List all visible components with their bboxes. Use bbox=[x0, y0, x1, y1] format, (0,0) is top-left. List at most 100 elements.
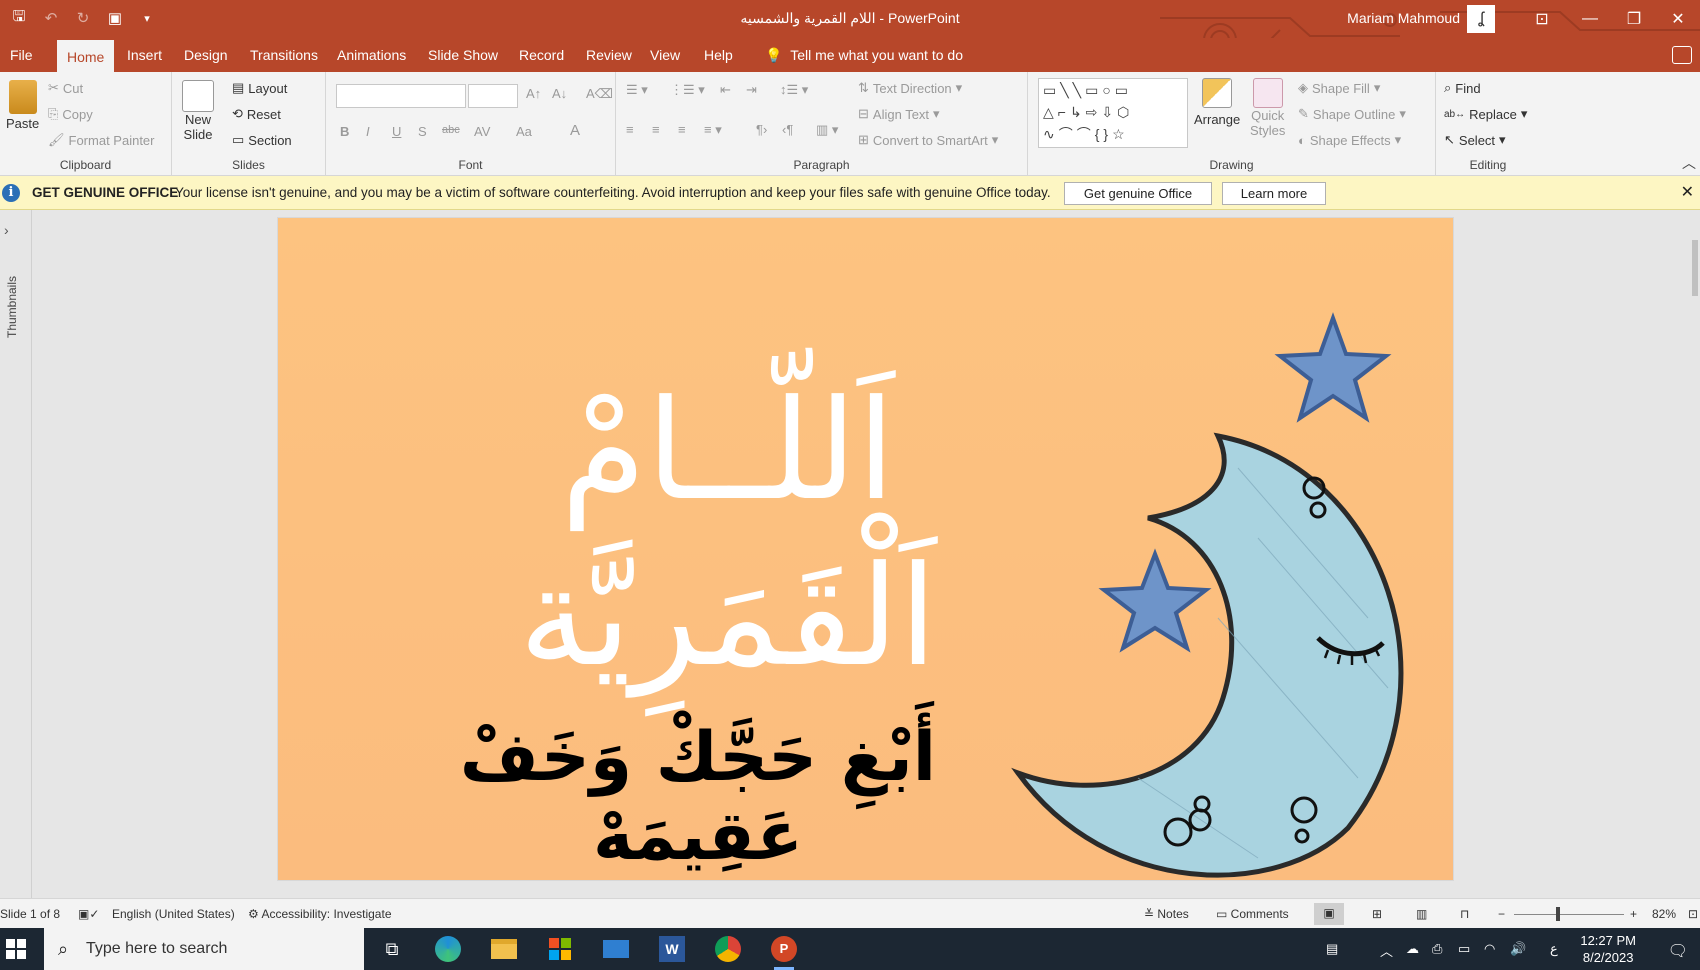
clear-formatting-icon[interactable]: A⌫ bbox=[586, 86, 613, 102]
format-painter-button[interactable]: 🖌 Format Painter bbox=[48, 132, 155, 148]
language-status[interactable]: English (United States) bbox=[112, 907, 235, 921]
close-banner-icon[interactable]: ✕ bbox=[1681, 182, 1694, 202]
underline-button[interactable]: U bbox=[392, 124, 401, 139]
zoom-out-icon[interactable]: − bbox=[1498, 907, 1505, 921]
maximize-icon[interactable]: ❐ bbox=[1616, 4, 1652, 34]
section-button[interactable]: ▭ Section bbox=[232, 132, 292, 148]
align-center-icon[interactable]: ≡ bbox=[652, 122, 660, 137]
copy-button[interactable]: ⎘ Copy bbox=[48, 106, 93, 122]
bullets-icon[interactable]: ☰ ▾ bbox=[626, 82, 648, 98]
line-spacing-icon[interactable]: ↕☰ ▾ bbox=[780, 82, 808, 98]
font-color-button[interactable]: A bbox=[570, 122, 580, 139]
slide-sorter-icon[interactable]: ⊞ bbox=[1372, 907, 1382, 921]
get-genuine-office-button[interactable]: Get genuine Office bbox=[1064, 182, 1212, 205]
rtl-icon[interactable]: ‹¶ bbox=[782, 122, 793, 137]
new-slide-button[interactable]: New Slide bbox=[182, 80, 214, 142]
shape-outline-button[interactable]: ✎ Shape Outline ▾ bbox=[1298, 106, 1406, 122]
shapes-gallery[interactable]: ▭╲╲▭○▭ △⌐↳⇨⇩⬡ ∿⌒⌒{}☆ bbox=[1038, 78, 1188, 148]
mail-icon[interactable] bbox=[600, 934, 632, 964]
italic-button[interactable]: I bbox=[366, 124, 370, 139]
tab-transitions[interactable]: Transitions bbox=[240, 38, 328, 72]
customize-qat-icon[interactable]: ▾ bbox=[136, 7, 158, 29]
zoom-in-icon[interactable]: + bbox=[1630, 907, 1637, 921]
align-text-button[interactable]: ⊟ Align Text ▾ bbox=[858, 106, 940, 122]
fit-slide-icon[interactable]: ⊡ bbox=[1688, 907, 1698, 921]
meet-now-icon[interactable]: ⎙ bbox=[1432, 941, 1442, 957]
justify-icon[interactable]: ≡ ▾ bbox=[704, 122, 722, 138]
tab-help[interactable]: Help bbox=[694, 38, 743, 72]
grow-font-icon[interactable]: A↑ bbox=[526, 86, 541, 101]
input-language[interactable]: ع bbox=[1550, 941, 1558, 957]
collapse-ribbon-icon[interactable]: ︿ bbox=[1682, 153, 1696, 173]
present-from-start-icon[interactable]: ▣ bbox=[104, 7, 126, 29]
layout-button[interactable]: ▤ Layout bbox=[232, 80, 287, 96]
change-case-button[interactable]: Aa bbox=[516, 124, 532, 139]
comments-button[interactable]: ▭ Comments bbox=[1216, 907, 1289, 921]
thumbnails-label[interactable]: Thumbnails bbox=[5, 267, 19, 347]
slideshow-view-icon[interactable]: ⊓ bbox=[1460, 907, 1469, 921]
text-direction-button[interactable]: ⇅ Text Direction ▾ bbox=[858, 80, 962, 96]
tab-animations[interactable]: Animations bbox=[327, 38, 416, 72]
paste-button[interactable]: Paste bbox=[6, 80, 39, 131]
arrange-button[interactable]: Arrange bbox=[1194, 78, 1240, 127]
font-name-select[interactable] bbox=[336, 84, 466, 108]
tab-view[interactable]: View bbox=[640, 38, 690, 72]
file-explorer-icon[interactable] bbox=[488, 934, 520, 964]
windows-start-icon[interactable] bbox=[6, 939, 26, 959]
notifications-icon[interactable]: 🗨 bbox=[1668, 941, 1688, 961]
slide-title[interactable]: اَللّــامْ اَلْقَمَرِيَّة bbox=[368, 368, 1088, 699]
strikethrough-button[interactable]: abc bbox=[442, 124, 460, 136]
store-icon[interactable] bbox=[544, 934, 576, 964]
shadow-button[interactable]: S bbox=[418, 124, 427, 139]
minimize-icon[interactable]: — bbox=[1572, 4, 1608, 34]
font-size-select[interactable] bbox=[468, 84, 518, 108]
decrease-indent-icon[interactable]: ⇤ bbox=[720, 82, 731, 98]
tab-file[interactable]: File bbox=[0, 38, 43, 72]
ribbon-display-options-icon[interactable]: ⊡ bbox=[1524, 4, 1560, 34]
bold-button[interactable]: B bbox=[340, 124, 349, 139]
spelling-icon[interactable]: ▣✓ bbox=[78, 907, 99, 921]
shape-fill-button[interactable]: ◈ Shape Fill ▾ bbox=[1298, 80, 1380, 96]
notes-button[interactable]: ≚ Notes bbox=[1144, 907, 1189, 921]
undo-icon[interactable]: ↶ bbox=[40, 7, 62, 29]
slide-canvas[interactable]: اَللّــامْ اَلْقَمَرِيَّة أَبْغِ حَجَّكْ… bbox=[278, 218, 1453, 880]
onedrive-icon[interactable]: ☁ bbox=[1406, 941, 1419, 957]
tab-review[interactable]: Review bbox=[576, 38, 642, 72]
numbering-icon[interactable]: ⋮☰ ▾ bbox=[670, 82, 705, 98]
zoom-level[interactable]: 82% bbox=[1652, 907, 1676, 921]
close-icon[interactable]: ✕ bbox=[1660, 4, 1696, 34]
avatar[interactable]: ʆ bbox=[1467, 5, 1495, 33]
increase-indent-icon[interactable]: ⇥ bbox=[746, 82, 757, 98]
reset-button[interactable]: ⟲ Reset bbox=[232, 106, 281, 122]
chrome-icon[interactable] bbox=[712, 934, 744, 964]
system-clock[interactable]: 12:27 PM 8/2/2023 bbox=[1580, 932, 1636, 966]
user-name[interactable]: Mariam Mahmoud bbox=[1347, 10, 1460, 26]
volume-icon[interactable]: 🔊 bbox=[1510, 941, 1526, 957]
ltr-icon[interactable]: ¶› bbox=[756, 122, 767, 137]
save-icon[interactable]: 🖫 bbox=[8, 7, 30, 29]
battery-icon[interactable]: ▭ bbox=[1458, 941, 1470, 957]
align-right-icon[interactable]: ≡ bbox=[678, 122, 686, 137]
tab-insert[interactable]: Insert bbox=[117, 38, 172, 72]
find-button[interactable]: ⌕ Find bbox=[1444, 80, 1481, 96]
convert-smartart-button[interactable]: ⊞ Convert to SmartArt ▾ bbox=[858, 132, 998, 148]
task-view-icon[interactable]: ⧉ bbox=[376, 934, 408, 964]
taskbar-widget-icon[interactable]: ▤ bbox=[1326, 941, 1338, 957]
vertical-scrollbar[interactable] bbox=[1690, 210, 1700, 898]
tab-design[interactable]: Design bbox=[174, 38, 238, 72]
character-spacing-button[interactable]: AV bbox=[474, 124, 490, 139]
tab-home[interactable]: Home bbox=[57, 38, 115, 72]
columns-icon[interactable]: ▥ ▾ bbox=[816, 122, 838, 138]
reading-view-icon[interactable]: ▥ bbox=[1416, 907, 1427, 921]
word-icon[interactable]: W bbox=[656, 934, 688, 964]
quick-styles-button[interactable]: Quick Styles bbox=[1250, 78, 1285, 138]
replace-button[interactable]: ab↔ Replace ▾ bbox=[1444, 106, 1527, 122]
comments-icon[interactable] bbox=[1672, 46, 1692, 64]
edge-icon[interactable] bbox=[432, 934, 464, 964]
align-left-icon[interactable]: ≡ bbox=[626, 122, 634, 137]
normal-view-icon[interactable]: ▣ bbox=[1314, 903, 1344, 925]
powerpoint-icon[interactable]: P bbox=[768, 934, 800, 970]
shape-effects-button[interactable]: ◐ Shape Effects ▾ bbox=[1298, 132, 1401, 148]
scrollbar-thumb[interactable] bbox=[1692, 240, 1698, 296]
select-button[interactable]: ↖ Select ▾ bbox=[1444, 132, 1506, 148]
